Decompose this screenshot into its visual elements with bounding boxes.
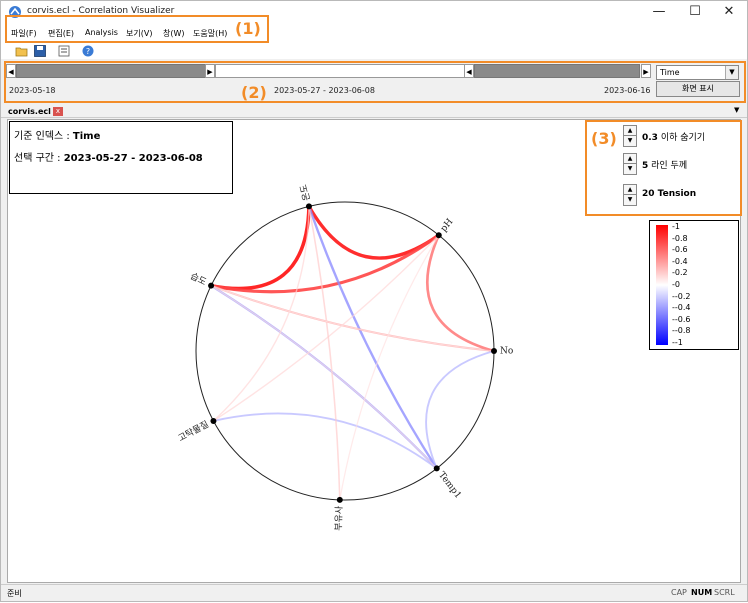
node-label-ss: 부유사 <box>333 505 345 531</box>
scroll-indicator: SCRL <box>714 588 735 597</box>
legend-tick-label: -0.2 <box>672 268 688 278</box>
color-legend: -1 -0.8 -0.6 -0.4 -0.2 -0 --0.2 --0.4 --0.6 --0.8… <box>649 220 739 350</box>
correlation-link <box>210 233 440 294</box>
legend-tick-label: --0.4 <box>672 303 691 313</box>
legend-tick-label: --0.2 <box>672 291 691 301</box>
legend-tick-label: --0.6 <box>672 314 691 324</box>
correlation-link <box>210 285 438 469</box>
node-label-turb: 고탁물질 <box>176 418 211 444</box>
node-label-no: No <box>500 347 513 357</box>
correlation-link <box>307 205 440 260</box>
correlation-link <box>210 284 495 353</box>
node-label-mois: 습도 <box>188 271 208 288</box>
variable-nodes: 온도 pH No Temp1 부유사 고탁물질 습도 <box>176 183 513 531</box>
annotation-label-1: (1) <box>235 19 261 38</box>
correlation-link <box>425 350 495 469</box>
annotation-label-3: (3) <box>591 129 617 148</box>
legend-tick-label: -0.8 <box>672 233 688 243</box>
annotation-label-2: (2) <box>241 83 267 102</box>
legend-gradient <box>656 225 668 345</box>
node-dot-mois[interactable] <box>208 282 215 289</box>
node-dot-temp[interactable] <box>305 203 312 210</box>
legend-tick-label: --1 <box>672 338 683 347</box>
correlation-links <box>210 205 495 501</box>
status-bar: 준비 CAP NUM SCRL <box>1 584 747 601</box>
correlation-link <box>425 234 495 353</box>
node-dot-temp1[interactable] <box>433 465 440 472</box>
correlation-link <box>210 206 311 291</box>
annotation-box-1 <box>5 15 269 43</box>
legend-tick-label: -0.6 <box>672 245 688 255</box>
app-window: corvis.ecl - Correlation Visualizer — ☐ … <box>0 0 748 602</box>
num-indicator: NUM <box>691 588 713 597</box>
node-dot-ss[interactable] <box>336 496 343 503</box>
status-text: 준비 <box>7 589 22 598</box>
annotation-box-2 <box>4 61 746 103</box>
legend-tick-label: -0 <box>672 280 680 289</box>
node-dot-ph[interactable] <box>435 232 442 239</box>
correlation-link <box>210 284 438 470</box>
correlation-link <box>213 412 438 470</box>
legend-tick-label: -1 <box>672 222 680 231</box>
legend-tick-label: -0.4 <box>672 256 688 266</box>
node-dot-turb[interactable] <box>210 417 217 424</box>
node-label-temp1: Temp1 <box>436 470 463 500</box>
legend-tick-label: --0.8 <box>672 326 691 336</box>
correlation-link <box>213 234 440 422</box>
correlation-link <box>210 285 495 352</box>
node-label-temp: 온도 <box>298 183 313 202</box>
caps-indicator: CAP <box>671 588 687 597</box>
node-dot-no[interactable] <box>491 348 497 354</box>
node-label-ph: pH <box>439 217 455 234</box>
